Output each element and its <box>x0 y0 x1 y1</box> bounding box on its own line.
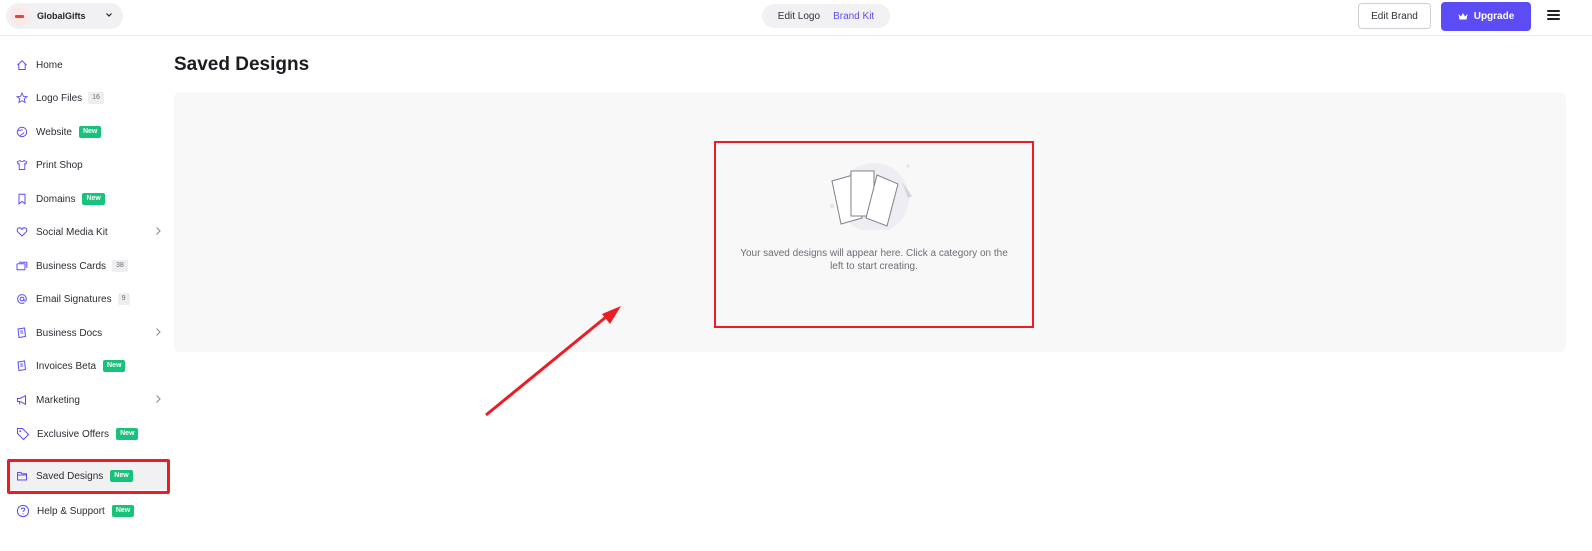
new-badge: New <box>78 126 102 138</box>
sidebar-item-business-docs[interactable]: Business Docs <box>8 318 168 348</box>
sidebar-item-exclusive-offers[interactable]: Exclusive Offers New <box>8 419 168 449</box>
chevron-down-icon <box>106 13 112 17</box>
count-badge: 38 <box>112 260 128 272</box>
new-badge: New <box>110 470 133 482</box>
sidebar-item-invoices[interactable]: Invoices Beta New <box>8 351 168 381</box>
heart-icon <box>16 226 28 238</box>
sidebar-item-logo-files[interactable]: Logo Files 16 <box>8 83 168 113</box>
help-icon <box>16 504 30 518</box>
sidebar-item-label: Business Docs <box>36 327 103 339</box>
cards-icon <box>16 260 28 272</box>
sidebar-item-website[interactable]: Website New <box>8 117 168 147</box>
upgrade-label: Upgrade <box>1473 11 1515 22</box>
at-icon <box>16 293 28 305</box>
chevron-right-icon <box>156 328 161 336</box>
sidebar-item-label: Business Cards <box>36 260 107 272</box>
crown-icon <box>1458 13 1468 20</box>
sidebar-item-social-media-kit[interactable]: Social Media Kit <box>8 217 168 247</box>
sidebar-item-label: Logo Files <box>36 92 83 104</box>
home-icon <box>16 59 28 71</box>
sidebar-item-marketing[interactable]: Marketing <box>8 385 168 415</box>
top-bar: GlobalGifts Edit Logo Brand Kit Edit Bra… <box>0 0 1592 36</box>
new-badge: New <box>111 505 135 517</box>
sidebar: Home Logo Files 16 Website New Print Sho… <box>0 36 172 551</box>
sidebar-item-label: Saved Designs <box>36 470 104 482</box>
hamburger-menu-icon[interactable] <box>1547 10 1560 22</box>
new-badge: New <box>116 428 139 440</box>
sidebar-item-label: Help & Support <box>37 505 105 517</box>
sidebar-item-email-signatures[interactable]: Email Signatures 9 <box>8 284 168 314</box>
sidebar-item-label: Email Signatures <box>36 293 112 305</box>
new-badge: New <box>103 360 126 372</box>
brand-avatar <box>10 6 29 26</box>
annotation-highlight-box <box>714 141 1034 328</box>
globe-icon <box>16 126 28 138</box>
edit-brand-button[interactable]: Edit Brand <box>1358 3 1431 29</box>
sidebar-item-label: Print Shop <box>36 159 83 171</box>
page-title: Saved Designs <box>174 54 310 75</box>
count-badge: 9 <box>117 293 130 305</box>
new-badge: New <box>82 193 105 205</box>
sidebar-item-label: Marketing <box>36 394 80 406</box>
megaphone-icon <box>16 394 28 406</box>
upgrade-button[interactable]: Upgrade <box>1441 2 1531 31</box>
editor-switch: Edit Logo Brand Kit <box>762 4 890 28</box>
docs-icon <box>16 327 28 339</box>
tshirt-icon <box>16 159 28 171</box>
invoice-icon <box>16 360 28 372</box>
sidebar-item-label: Domains <box>36 193 76 205</box>
star-icon <box>16 92 28 104</box>
sidebar-item-help-support[interactable]: Help & Support New <box>8 496 168 526</box>
chevron-right-icon <box>156 227 161 235</box>
brand-switcher[interactable]: GlobalGifts <box>6 3 123 29</box>
brand-kit-link[interactable]: Brand Kit <box>833 11 874 22</box>
sidebar-item-label: Website <box>36 126 72 138</box>
count-badge: 16 <box>88 92 104 104</box>
sidebar-item-domains[interactable]: Domains New <box>8 184 168 214</box>
sidebar-item-label: Invoices Beta <box>36 360 97 372</box>
sidebar-item-home[interactable]: Home <box>8 50 168 80</box>
sidebar-item-label: Exclusive Offers <box>37 428 110 440</box>
sidebar-item-saved-designs[interactable]: Saved Designs New <box>8 462 168 490</box>
edit-logo-link[interactable]: Edit Logo <box>778 11 820 22</box>
sidebar-item-label: Social Media Kit <box>36 226 108 238</box>
tag-icon <box>16 427 30 441</box>
folder-icon <box>16 470 28 482</box>
sidebar-item-label: Home <box>36 59 63 71</box>
bookmark-icon <box>16 193 28 205</box>
brand-name: GlobalGifts <box>37 11 86 21</box>
sidebar-item-business-cards[interactable]: Business Cards 38 <box>8 251 168 281</box>
sidebar-item-print-shop[interactable]: Print Shop <box>8 150 168 180</box>
chevron-right-icon <box>156 395 161 403</box>
